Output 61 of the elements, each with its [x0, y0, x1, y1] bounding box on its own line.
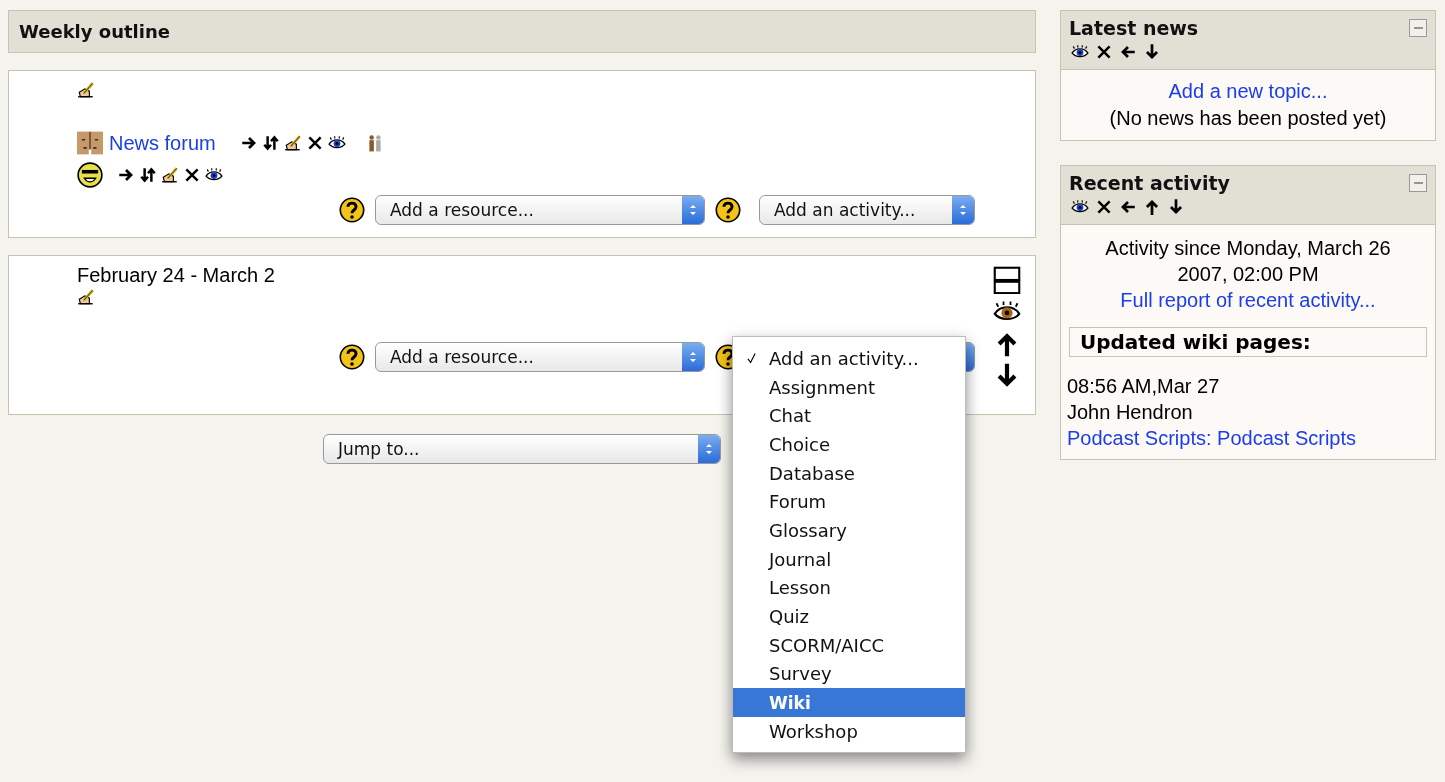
activity-since: Activity since Monday, March 26 2007, 02:00 PM: [1104, 236, 1392, 287]
week-heading: February 24 - March 2: [77, 264, 276, 286]
updown-arrows-icon: [704, 441, 714, 457]
full-report-link[interactable]: Full report of recent activity...: [1120, 287, 1376, 313]
arrow-right-icon[interactable]: [239, 134, 258, 152]
updown-arrows-icon: [688, 202, 698, 218]
menu-item[interactable]: Database: [733, 458, 965, 488]
forum-icon: [77, 130, 103, 156]
collapse-button[interactable]: [1409, 19, 1427, 37]
new-topic-link[interactable]: Add a new topic...: [1168, 78, 1328, 105]
menu-item[interactable]: Lesson: [733, 573, 965, 603]
edit-icon[interactable]: [161, 166, 179, 184]
forum-link[interactable]: News forum: [109, 131, 216, 155]
entry-author: John Hendron: [1067, 400, 1193, 425]
menu-item[interactable]: Wiki: [733, 688, 965, 717]
delete-icon[interactable]: [183, 166, 201, 184]
move-arrows-icon[interactable]: [261, 134, 280, 152]
help-icon[interactable]: [339, 197, 365, 223]
edit-icon[interactable]: [77, 288, 95, 306]
block-title: Latest news: [1069, 17, 1199, 39]
edit-icon[interactable]: [283, 134, 302, 152]
arrow-left-icon[interactable]: [1119, 198, 1137, 216]
menu-item[interactable]: Workshop: [733, 716, 965, 746]
empty-note: (No news has been posted yet): [1109, 106, 1387, 131]
delete-icon[interactable]: [1095, 198, 1113, 216]
menu-item[interactable]: Assignment: [733, 372, 965, 402]
menu-item[interactable]: Quiz: [733, 602, 965, 631]
menu-item[interactable]: Forum: [733, 487, 965, 517]
menu-item[interactable]: Add an activity...: [733, 344, 965, 373]
arrow-down-icon[interactable]: [1143, 43, 1161, 61]
menu-item[interactable]: Glossary: [733, 516, 965, 545]
jump-select[interactable]: Jump to...: [323, 434, 721, 464]
help-icon[interactable]: [715, 197, 741, 223]
delete-icon[interactable]: [1095, 43, 1113, 61]
highlight-squares-icon[interactable]: [993, 266, 1021, 294]
minus-icon: [1413, 27, 1423, 29]
menu-item[interactable]: Chat: [733, 401, 965, 431]
move-arrows-icon[interactable]: [139, 166, 157, 184]
activity-select[interactable]: Add an activity...: [759, 195, 975, 225]
menu-item[interactable]: SCORM/AICC: [733, 630, 965, 660]
smiley-icon: [77, 162, 103, 188]
updated-heading: Updated wiki pages:: [1069, 327, 1427, 357]
collapse-button[interactable]: [1409, 174, 1427, 192]
arrow-up-icon[interactable]: [1143, 198, 1161, 216]
updown-arrows-icon: [688, 349, 698, 365]
updown-arrows-icon: [958, 202, 968, 218]
menu-item[interactable]: Choice: [733, 430, 965, 459]
resource-select[interactable]: Add a resource...: [375, 342, 705, 372]
section-title: Weekly outline: [8, 10, 1036, 53]
resource-select[interactable]: Add a resource...: [375, 195, 705, 225]
menu-item[interactable]: Journal: [733, 544, 965, 574]
arrow-left-icon[interactable]: [1119, 43, 1137, 61]
entry-time: 08:56 AM,Mar 27: [1067, 374, 1220, 399]
block-title: Recent activity: [1069, 172, 1230, 194]
help-icon[interactable]: [339, 344, 365, 370]
arrow-down-icon[interactable]: [1167, 198, 1185, 216]
edit-icon[interactable]: [77, 81, 95, 99]
arrow-right-icon[interactable]: [117, 166, 135, 184]
menu-item[interactable]: Survey: [733, 659, 965, 689]
minus-icon: [1413, 182, 1423, 184]
wiki-page-link[interactable]: Podcast Scripts: Podcast Scripts: [1067, 425, 1356, 451]
